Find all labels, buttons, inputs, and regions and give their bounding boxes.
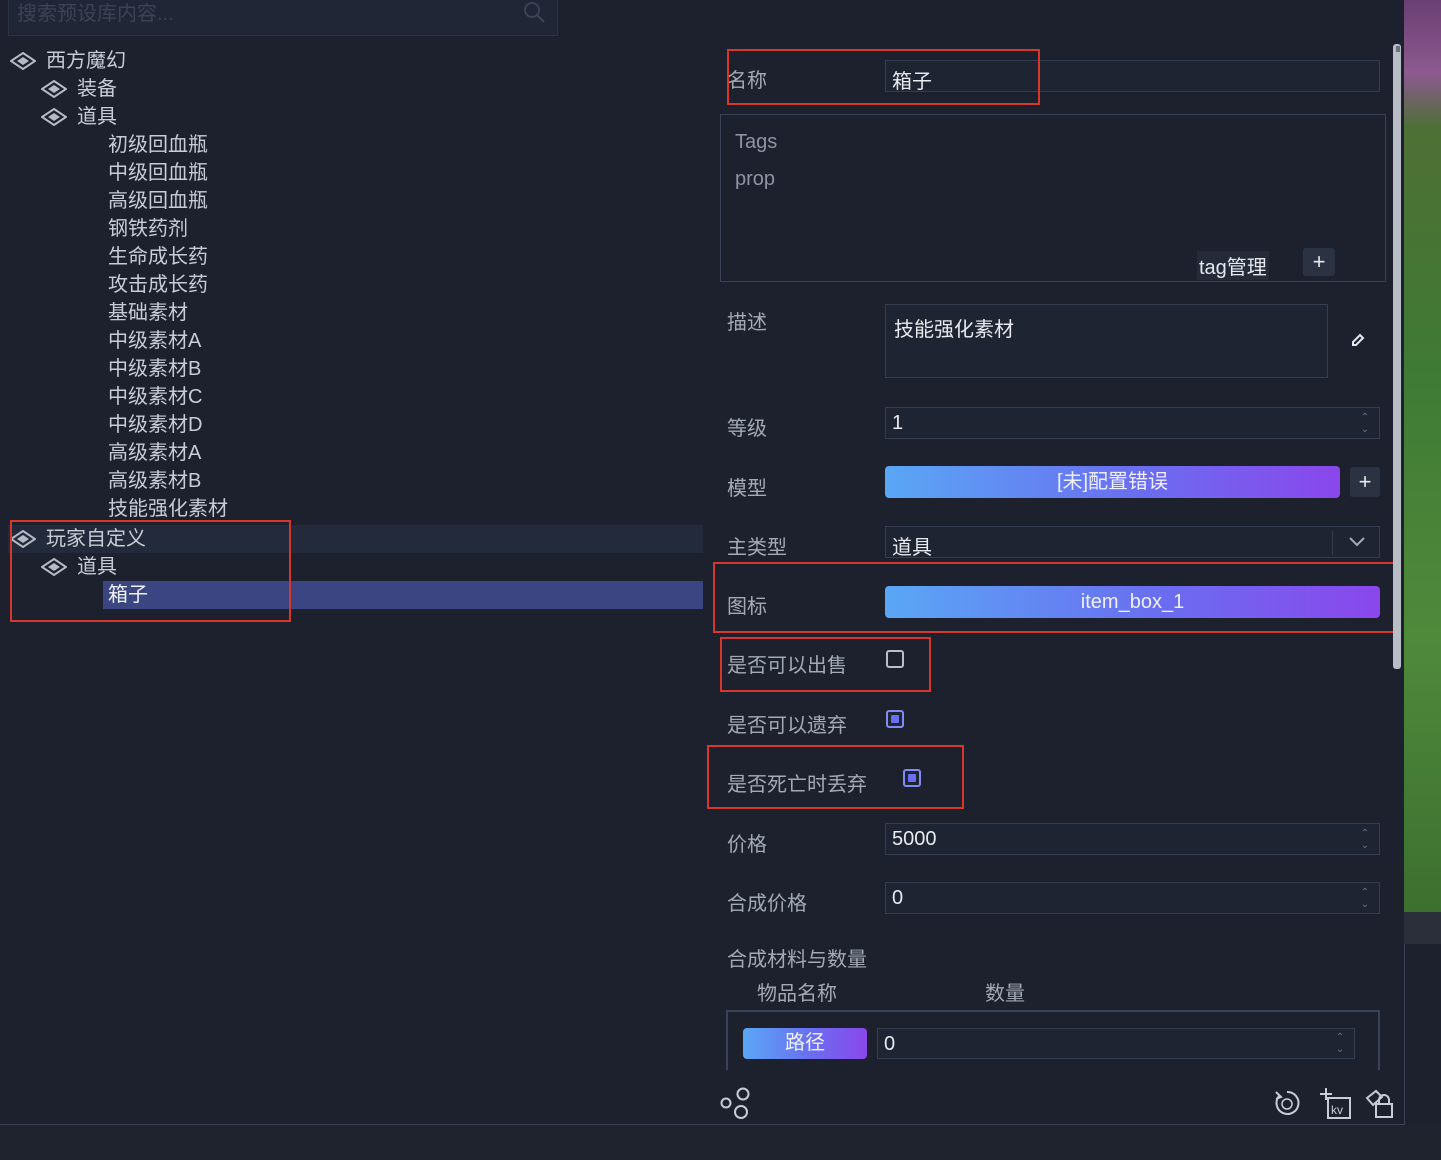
main-type-value: 道具 <box>892 537 932 559</box>
lock-copy-icon[interactable] <box>1364 1088 1396 1120</box>
tag-manage-button[interactable]: tag管理 <box>1197 251 1269 280</box>
level-value: 1 <box>892 412 904 434</box>
main-type-select[interactable]: 道具 <box>885 526 1380 559</box>
tree-item[interactable]: 高级素材B <box>108 467 201 495</box>
level-label: 等级 <box>727 418 767 440</box>
scrollbar-arrow[interactable] <box>1396 46 1400 52</box>
highlight-box-sellable <box>720 637 931 692</box>
diamond-icon <box>41 80 67 98</box>
discardable-label: 是否可以遗弃 <box>727 715 847 737</box>
tree-item[interactable]: 中级素材B <box>108 355 201 383</box>
tag-chip[interactable]: prop <box>735 168 775 191</box>
column-item-name: 物品名称 <box>757 983 837 1005</box>
status-strip <box>0 1125 1441 1160</box>
path-button[interactable]: 路径 <box>743 1028 867 1059</box>
material-quantity-value: 0 <box>884 1033 896 1055</box>
craft-price-value: 0 <box>892 887 904 909</box>
tree-item[interactable]: 基础素材 <box>108 299 188 327</box>
description-value: 技能强化素材 <box>894 319 1014 341</box>
discardable-checkbox[interactable] <box>886 710 904 728</box>
description-field[interactable]: 技能强化素材 <box>885 304 1328 378</box>
craft-price-label: 合成价格 <box>727 893 807 915</box>
tree-item[interactable]: 技能强化素材 <box>108 495 228 523</box>
level-input[interactable]: 1 ⌃ ⌄ <box>885 407 1380 439</box>
diamond-icon <box>41 108 67 126</box>
spinner-icon[interactable]: ⌃ ⌄ <box>1359 828 1371 852</box>
svg-text:kv: kv <box>1331 1103 1343 1117</box>
spinner-icon[interactable]: ⌃ ⌄ <box>1359 887 1371 911</box>
nodes-icon[interactable] <box>719 1086 753 1120</box>
tree-label: 西方魔幻 <box>46 50 126 72</box>
refresh-icon[interactable] <box>1272 1088 1302 1118</box>
diamond-icon <box>10 52 36 70</box>
highlight-box-tree <box>10 520 291 622</box>
column-quantity: 数量 <box>985 983 1025 1005</box>
tree-item[interactable]: 中级回血瓶 <box>108 159 208 187</box>
tree-item[interactable]: 中级素材C <box>108 383 202 411</box>
craft-price-input[interactable]: 0 ⌃ ⌄ <box>885 882 1380 914</box>
select-divider <box>1332 531 1333 555</box>
model-button[interactable]: [未]配置错误 <box>885 466 1340 498</box>
chevron-down-icon[interactable] <box>1349 537 1365 547</box>
tree-item[interactable]: 初级回血瓶 <box>108 131 208 159</box>
scrollbar[interactable] <box>1393 44 1401 669</box>
materials-label: 合成材料与数量 <box>727 949 867 971</box>
viewport-bottom <box>1404 912 1441 944</box>
highlight-box-name <box>727 49 1040 105</box>
tree-item[interactable]: 生命成长药 <box>108 243 208 271</box>
spinner-icon[interactable]: ⌃ ⌄ <box>1334 1032 1346 1056</box>
main-type-label: 主类型 <box>727 537 787 559</box>
model-label: 模型 <box>727 478 767 500</box>
material-quantity-input[interactable]: 0 ⌃ ⌄ <box>877 1028 1355 1059</box>
price-input[interactable]: 5000 ⌃ ⌄ <box>885 823 1380 855</box>
tree-item[interactable]: 中级素材A <box>108 327 201 355</box>
tags-title: Tags <box>735 131 778 153</box>
tree-item[interactable]: 攻击成长药 <box>108 271 208 299</box>
tree-item[interactable]: 高级回血瓶 <box>108 187 208 215</box>
highlight-box-drop-on-death <box>707 745 964 809</box>
tree-item[interactable]: 中级素材D <box>108 411 202 439</box>
search-icon[interactable] <box>523 1 545 23</box>
add-model-button[interactable]: + <box>1350 467 1380 497</box>
price-label: 价格 <box>727 834 767 856</box>
edit-icon[interactable] <box>1350 332 1366 348</box>
add-tag-button[interactable]: + <box>1303 248 1335 276</box>
tree-item[interactable]: 高级素材A <box>108 439 201 467</box>
tags-panel: Tags prop tag管理 + <box>720 114 1386 282</box>
search-box[interactable] <box>8 0 558 36</box>
game-viewport <box>1404 0 1441 912</box>
search-input[interactable] <box>15 0 519 31</box>
tree-label: 道具 <box>77 106 117 128</box>
description-label: 描述 <box>727 312 767 334</box>
kv-add-icon[interactable]: kv <box>1318 1086 1352 1120</box>
tree-label: 装备 <box>77 78 117 100</box>
price-value: 5000 <box>892 828 937 850</box>
highlight-box-icon <box>713 562 1397 633</box>
spinner-icon[interactable]: ⌃ ⌄ <box>1359 412 1371 436</box>
tree-item[interactable]: 钢铁药剂 <box>108 215 188 243</box>
